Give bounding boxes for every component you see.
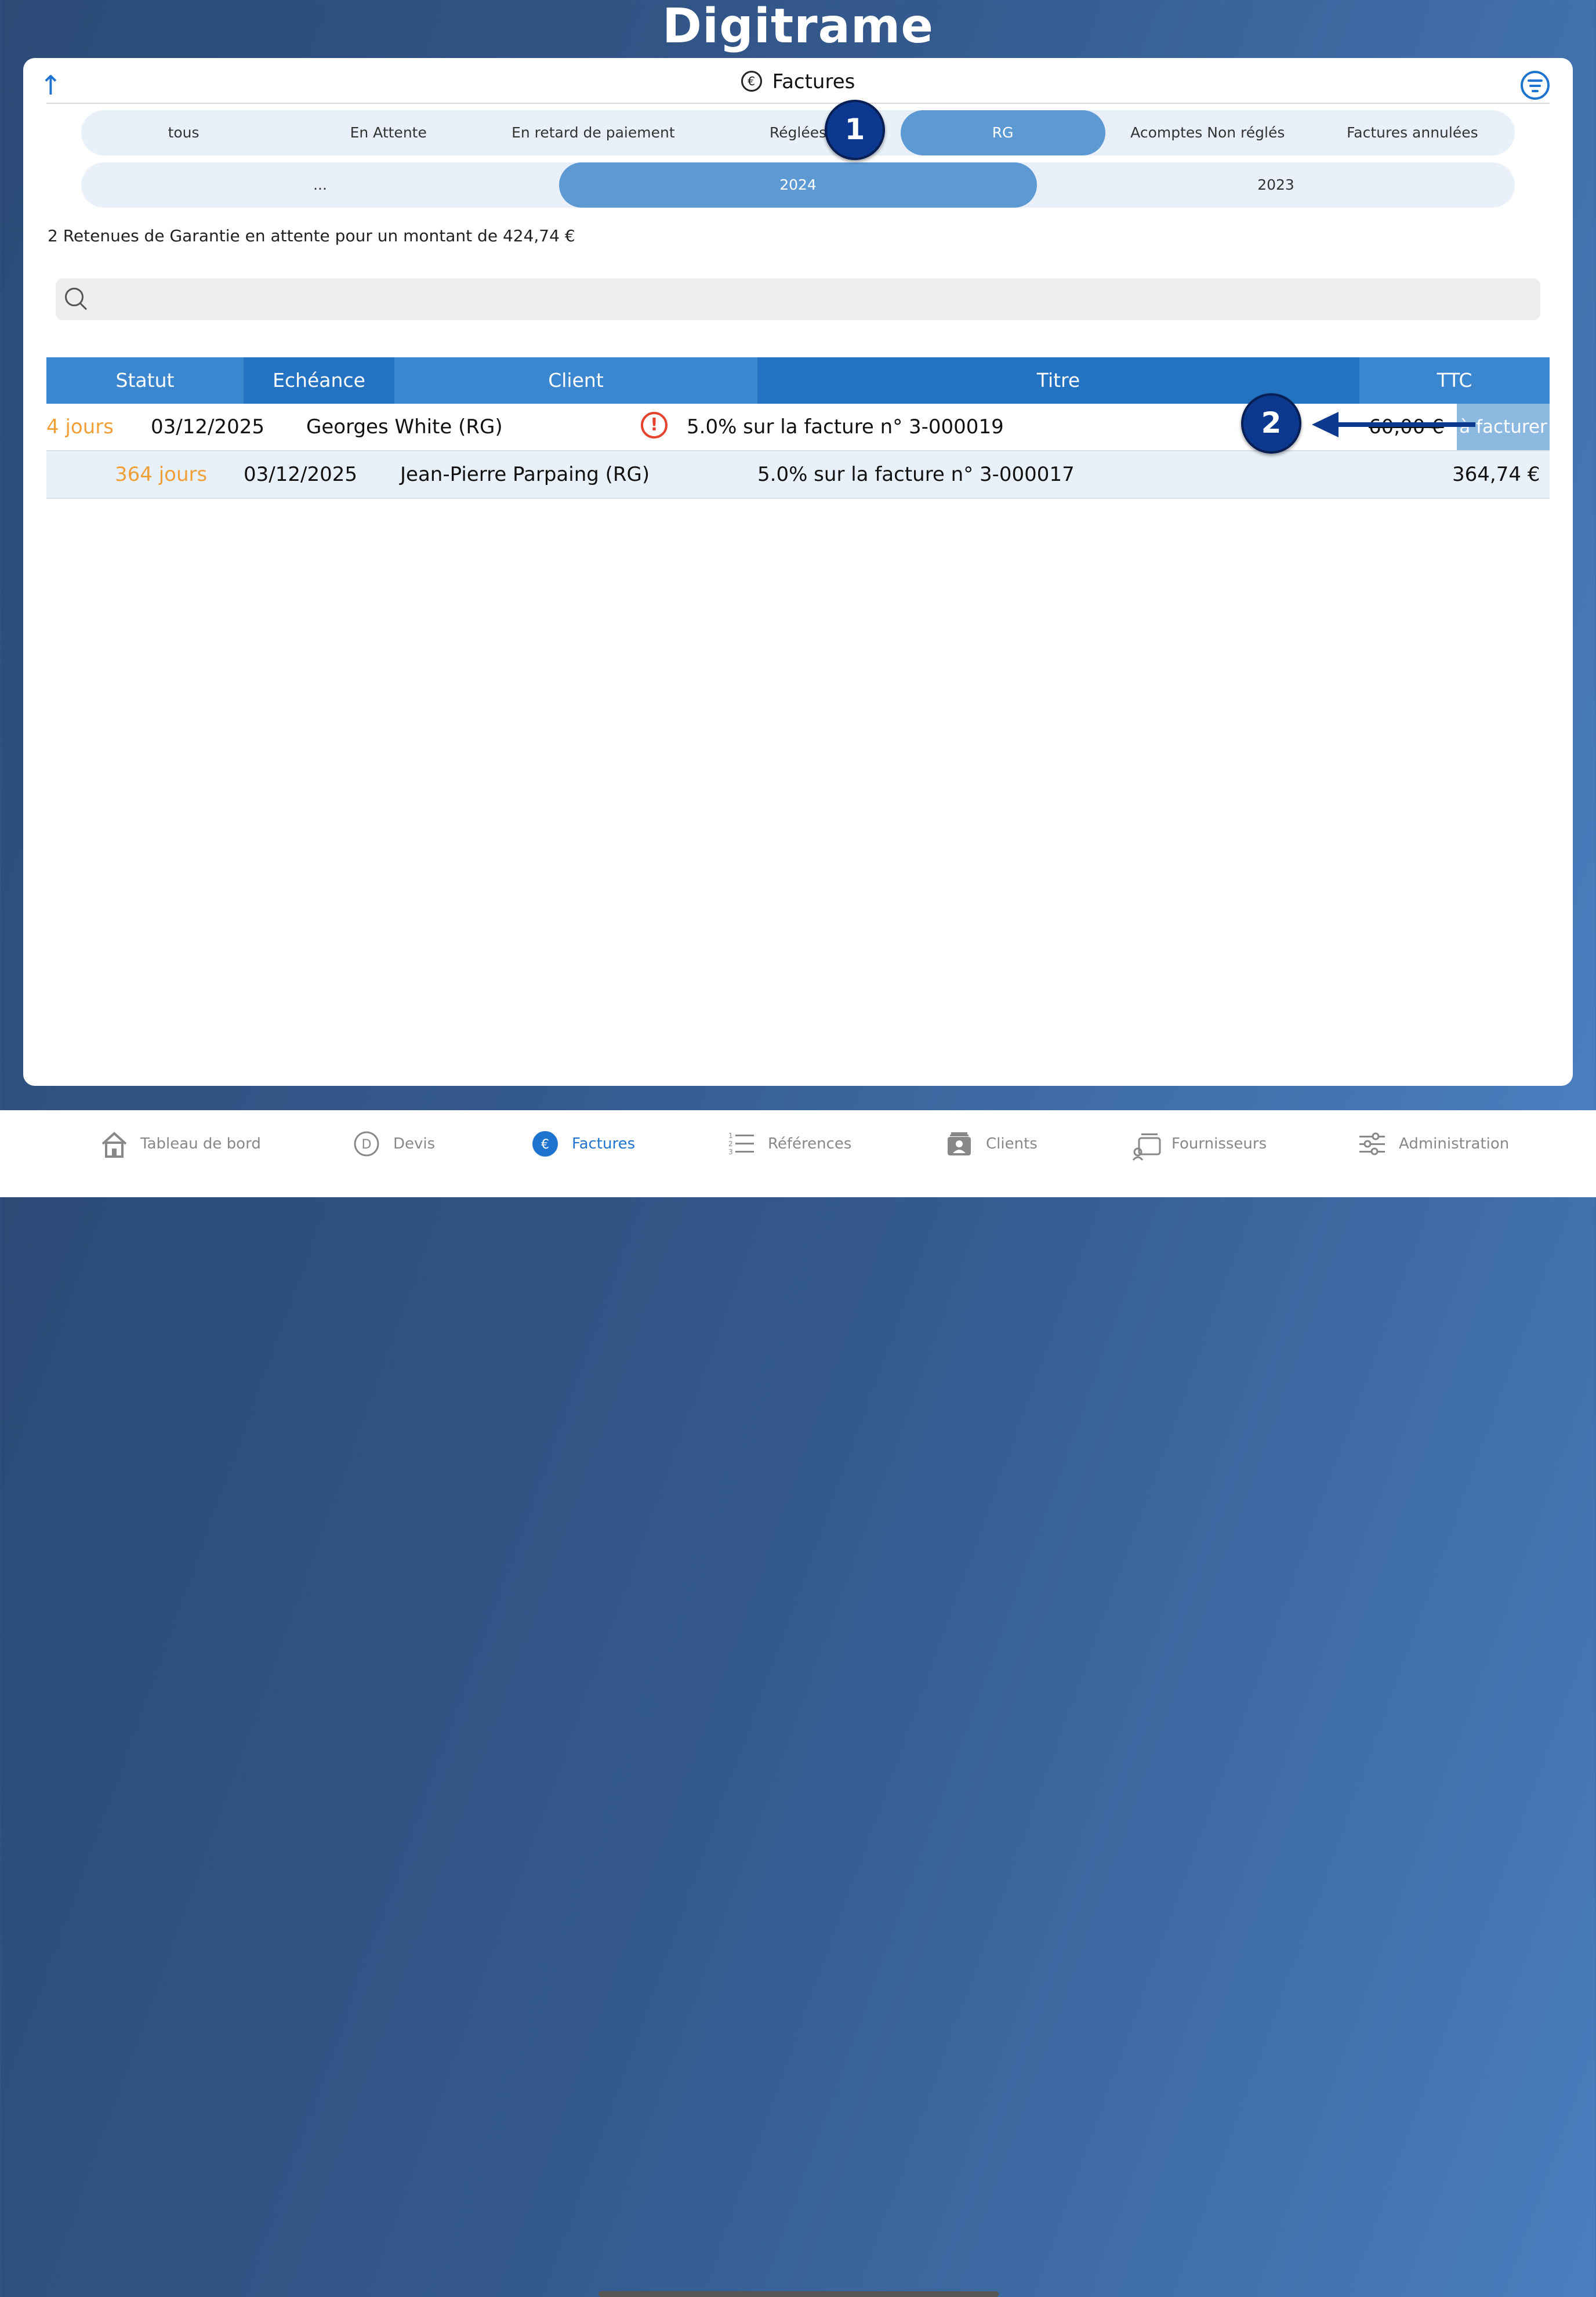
col-statut[interactable]: Statut xyxy=(46,357,244,404)
bottom-tab-bar: Tableau de bord D Devis € Factures 123 R… xyxy=(0,1110,1596,2297)
svg-text:1: 1 xyxy=(728,1132,733,1140)
search-icon xyxy=(65,288,84,306)
tab-label: Fournisseurs xyxy=(1171,1135,1267,1153)
tab-label: Tableau de bord xyxy=(140,1135,261,1153)
tab-tableau-de-bord[interactable]: Tableau de bord xyxy=(100,1126,261,1161)
tab-label: Factures xyxy=(572,1135,636,1153)
tab-en-retard[interactable]: En retard de paiement xyxy=(491,110,695,155)
svg-text:D: D xyxy=(362,1137,372,1152)
clients-icon xyxy=(945,1130,973,1158)
home-icon xyxy=(100,1130,128,1158)
tab-administration[interactable]: Administration xyxy=(1358,1126,1509,1161)
annotation-arrow-line xyxy=(1334,422,1475,427)
svg-text:2: 2 xyxy=(728,1140,733,1148)
tab-clients[interactable]: Clients xyxy=(945,1126,1038,1161)
annotation-marker-1: 1 xyxy=(825,100,885,160)
cell-echeance: 03/12/2025 xyxy=(244,463,357,486)
cell-statut: 364 jours xyxy=(115,463,208,486)
a-facturer-button[interactable]: à facturer xyxy=(1457,404,1550,450)
status-filter: tous En Attente En retard de paiement Ré… xyxy=(81,110,1515,155)
tab-references[interactable]: 123 Références xyxy=(727,1126,851,1161)
app-logo: Digitrame xyxy=(662,0,934,54)
annotation-marker-2: 2 xyxy=(1241,393,1301,454)
filter-icon[interactable] xyxy=(1521,71,1550,100)
search-input[interactable] xyxy=(56,278,1540,320)
header-divider xyxy=(46,103,1550,104)
tab-label: Clients xyxy=(986,1135,1038,1153)
cell-client: Jean-Pierre Parpaing (RG) xyxy=(400,463,650,486)
cell-titre: 5.0% sur la facture n° 3-000019 xyxy=(687,415,1004,439)
page-title: € Factures xyxy=(23,66,1573,97)
svg-text:€: € xyxy=(541,1137,549,1152)
svg-text:3: 3 xyxy=(728,1148,733,1156)
tab-label: Administration xyxy=(1399,1135,1510,1153)
main-card: ↑ € Factures tous En Attente En retard de… xyxy=(23,58,1573,1086)
warning-icon: ! xyxy=(641,412,668,439)
col-client[interactable]: Client xyxy=(394,357,757,404)
cell-client: Georges White (RG) xyxy=(306,415,503,439)
devis-icon: D xyxy=(353,1130,380,1158)
col-echeance[interactable]: Echéance xyxy=(244,357,394,404)
cell-ttc: 60,00 € xyxy=(1369,415,1444,439)
tab-label: Devis xyxy=(393,1135,436,1153)
tab-fournisseurs[interactable]: Fournisseurs xyxy=(1131,1126,1267,1161)
cell-echeance: 03/12/2025 xyxy=(151,415,264,439)
tab-tous[interactable]: tous xyxy=(81,110,286,155)
tab-label: Références xyxy=(768,1135,852,1153)
suppliers-icon xyxy=(1131,1130,1161,1161)
table-row[interactable]: 364 jours 03/12/2025 Jean-Pierre Parpain… xyxy=(46,451,1550,499)
tab-year-more[interactable]: ... xyxy=(81,162,559,208)
cell-ttc: 364,74 € xyxy=(1452,463,1540,486)
tab-year-2023[interactable]: 2023 xyxy=(1037,162,1515,208)
tab-devis[interactable]: D Devis xyxy=(353,1126,435,1161)
year-filter: ... 2024 2023 xyxy=(81,162,1515,208)
home-indicator[interactable] xyxy=(598,2291,999,2297)
tab-acomptes[interactable]: Acomptes Non réglés xyxy=(1105,110,1310,155)
table-header: Statut Echéance Client Titre TTC xyxy=(46,357,1550,404)
cell-titre: 5.0% sur la facture n° 3-000017 xyxy=(757,463,1075,486)
col-ttc[interactable]: TTC xyxy=(1359,357,1550,404)
euro-icon: € xyxy=(531,1130,559,1158)
rg-summary: 2 Retenues de Garantie en attente pour u… xyxy=(48,226,575,245)
cell-statut: 4 jours xyxy=(46,415,114,439)
tab-rg[interactable]: RG xyxy=(900,110,1105,155)
sliders-icon xyxy=(1358,1130,1386,1158)
list-icon: 123 xyxy=(727,1130,755,1158)
tab-en-attente[interactable]: En Attente xyxy=(286,110,491,155)
euro-icon: € xyxy=(741,70,762,92)
tab-annulees[interactable]: Factures annulées xyxy=(1310,110,1515,155)
tab-year-2024[interactable]: 2024 xyxy=(559,162,1037,208)
tab-factures[interactable]: € Factures xyxy=(531,1126,635,1161)
page-title-text: Factures xyxy=(772,70,855,93)
